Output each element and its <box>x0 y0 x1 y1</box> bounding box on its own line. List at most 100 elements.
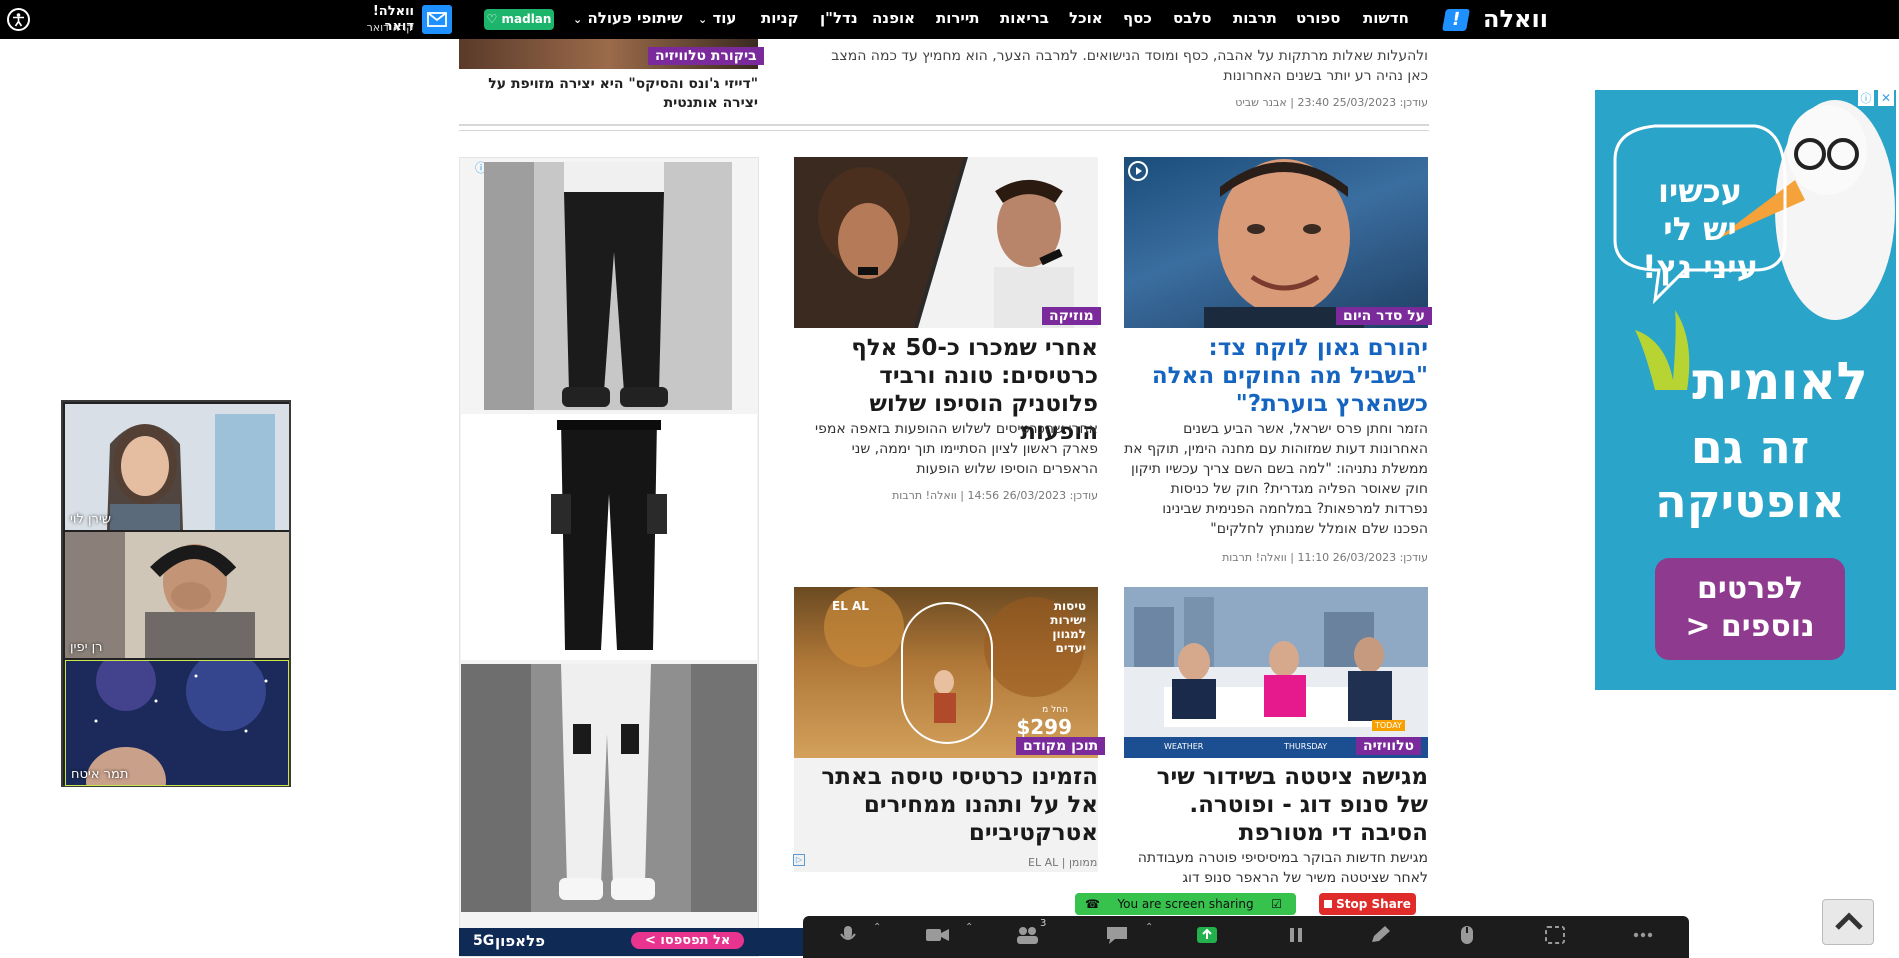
scroll-to-top-button[interactable] <box>1822 899 1874 945</box>
walla-logo[interactable]: וואלה ! <box>1442 5 1548 33</box>
apps-icon[interactable] <box>1541 924 1569 946</box>
article-1-summary[interactable]: הזמר וחתן פרס ישראל, אשר הביע בשנים האחר… <box>1124 419 1428 539</box>
logo-exclamation-icon: ! <box>1442 9 1470 31</box>
nav-item-shopping[interactable]: קניות <box>761 9 799 27</box>
ad-copy: טיסות ישירות למגוון יעדים <box>1050 599 1086 655</box>
nav-item-celebs[interactable]: סלבס <box>1173 9 1212 27</box>
nav-item-partnerships[interactable]: שיתופי פעולה ⌄ <box>573 9 683 27</box>
participant-name: תמר איטח <box>71 767 129 782</box>
ad-close-icon[interactable]: ✕ <box>1878 90 1894 106</box>
share-green-icon: ☎ <box>1085 897 1100 911</box>
pelephone-5g: 5G <box>473 933 495 949</box>
ad-info-icon[interactable]: ⓘ <box>1858 90 1874 106</box>
meta-author: אבנר שביט <box>1235 96 1287 109</box>
white-pants-photo <box>461 664 757 912</box>
ad-choice-icon[interactable]: ▷ <box>793 854 805 866</box>
article-1-title[interactable]: יהורם גאון לוקח צד: "בשביל מה החוקים האל… <box>1124 334 1428 418</box>
ad-line-1: טיסות <box>1053 599 1086 613</box>
video-play-icon[interactable] <box>1128 161 1148 181</box>
article-2-image[interactable] <box>794 157 1098 328</box>
tv-review-title[interactable]: "דייזי ג'ונס והסיקס" היא יצירה מזויפת על… <box>459 75 758 113</box>
pants-image-1[interactable] <box>484 162 732 410</box>
madlan-button[interactable]: ♡ madlan <box>484 9 554 30</box>
chevron-up-icon[interactable]: ⌃ <box>965 922 973 933</box>
pants-image-3[interactable] <box>461 664 757 912</box>
article-2-meta: עודכן: 26/03/2023 14:56 | וואלה! תרבות <box>892 489 1098 502</box>
more-dots-icon[interactable] <box>1629 924 1657 946</box>
chevron-up-icon[interactable]: ⌃ <box>873 922 881 933</box>
chat-icon[interactable] <box>1103 924 1131 946</box>
accessibility-icon[interactable] <box>7 8 30 31</box>
article-2-date: עודכן: 26/03/2023 14:56 <box>967 489 1098 502</box>
remote-control-mouse-icon[interactable] <box>1453 924 1481 946</box>
video-tile[interactable]: רן יפין <box>65 532 289 658</box>
ad-price: $299 <box>1016 715 1072 739</box>
article-3-image[interactable]: WEATHER THURSDAY TODAY <box>1124 587 1428 758</box>
leumit-tagline-2: אופטיקה <box>1655 474 1845 528</box>
ticker-caption-today: TODAY <box>1372 720 1405 731</box>
article-4-title[interactable]: הזמינו כרטיסי טיסה באתר אל על ותהנו ממחי… <box>794 763 1098 847</box>
article-1-meta: עודכן: 26/03/2023 11:10 | וואלה! תרבות <box>1222 551 1428 564</box>
article-3-badge: טלוויזיה <box>1356 737 1422 755</box>
more-label: עוד <box>712 9 737 27</box>
chevron-up-icon <box>1835 912 1863 930</box>
ticker-caption-weather: WEATHER <box>1164 742 1204 751</box>
article-3-title[interactable]: מגישה ציטטה בשידור שיר של סנופ דוג - ופו… <box>1124 763 1428 847</box>
section-divider <box>459 124 1429 126</box>
article-1-image[interactable] <box>1124 157 1428 328</box>
nav-item-more[interactable]: עוד ⌄ <box>698 9 736 27</box>
leumit-ad[interactable]: עכשיו יש לי עיני נץ! לאומית זה גם אופטיק… <box>1595 90 1896 690</box>
article-1-badge: על סדר היום <box>1336 307 1433 325</box>
stop-share-button[interactable]: Stop Share <box>1319 893 1416 915</box>
nav-item-sport[interactable]: ספורט <box>1296 9 1340 27</box>
previous-article-snippet[interactable]: ולהעלות שאלות מרתקות על אהבה, כסף ומוסד … <box>780 46 1428 86</box>
product-ad-column[interactable]: ⓘ <box>459 157 759 957</box>
section-divider-thin <box>459 130 1429 131</box>
participants-icon[interactable] <box>1013 924 1041 946</box>
leumit-cta[interactable]: לפרטים נוספים < <box>1655 570 1845 646</box>
shield-icon: ☑ <box>1271 897 1282 911</box>
pelephone-cta[interactable]: אל תפספסו > <box>631 932 745 949</box>
pelephone-banner[interactable]: 5G פלאפון אל תפספסו > <box>459 928 805 956</box>
new-share-icon[interactable] <box>1193 924 1221 946</box>
microphone-icon[interactable] <box>834 924 862 946</box>
annotate-pencil-icon[interactable] <box>1366 924 1394 946</box>
nav-item-travel[interactable]: תיירות <box>936 9 980 27</box>
chevron-up-icon[interactable]: ⌃ <box>1145 922 1153 933</box>
participant-name: שירן לוי <box>70 512 111 527</box>
mail-subtitle[interactable]: קרא דואר <box>340 21 414 34</box>
leumit-brand: לאומית <box>1692 352 1868 412</box>
nav-item-news[interactable]: חדשות <box>1363 9 1409 27</box>
video-tile-active-speaker[interactable]: תמר איטח <box>65 660 289 786</box>
sharing-label: You are screen sharing <box>1117 897 1254 911</box>
video-camera-icon[interactable] <box>923 924 951 946</box>
article-4-image[interactable]: EL AL טיסות ישירות למגוון יעדים החל מ $2… <box>794 587 1098 758</box>
madlan-label: madlan <box>501 12 552 26</box>
elal-logo: EL AL <box>832 599 869 613</box>
nav-item-food[interactable]: אוכל <box>1069 9 1103 27</box>
heart-icon: ♡ <box>486 12 498 26</box>
nav-item-health[interactable]: בריאות <box>1000 9 1049 27</box>
mail-button[interactable] <box>422 5 452 34</box>
participant-name: רן יפין <box>70 640 103 655</box>
article-2-summary[interactable]: אחרי שהכרטיסים לשלוש ההופעות בזאפה אמפי … <box>794 419 1098 479</box>
partnerships-label: שיתופי פעולה <box>587 9 683 27</box>
nav-item-real-estate[interactable]: נדל"ן <box>820 9 858 27</box>
video-tile[interactable]: שירן לוי <box>65 404 289 530</box>
pants-image-2[interactable] <box>461 414 757 660</box>
article-4-sponsor[interactable]: EL AL | ממומן <box>1028 856 1097 869</box>
stop-share-label: Stop Share <box>1336 897 1411 911</box>
pause-share-icon[interactable] <box>1282 924 1310 946</box>
pelephone-brand: פלאפון <box>495 932 546 950</box>
envelope-icon <box>427 12 447 27</box>
ad-line-4: יעדים <box>1055 641 1086 655</box>
video-participants-panel[interactable]: שירן לוי רן יפין תמר איטח <box>61 400 291 787</box>
screen-sharing-indicator[interactable]: ☎ You are screen sharing ☑ <box>1075 893 1296 915</box>
nav-item-money[interactable]: כסף <box>1123 9 1152 27</box>
meta-date: עודכן: 25/03/2023 23:40 <box>1297 96 1428 109</box>
nav-item-fashion[interactable]: אופנה <box>872 9 915 27</box>
ad-line-2: ישירות <box>1050 613 1086 627</box>
leumit-headline: עכשיו יש לי עיני נץ! <box>1615 172 1785 286</box>
nav-item-culture[interactable]: תרבות <box>1233 9 1277 27</box>
logo-text: וואלה <box>1483 5 1548 33</box>
